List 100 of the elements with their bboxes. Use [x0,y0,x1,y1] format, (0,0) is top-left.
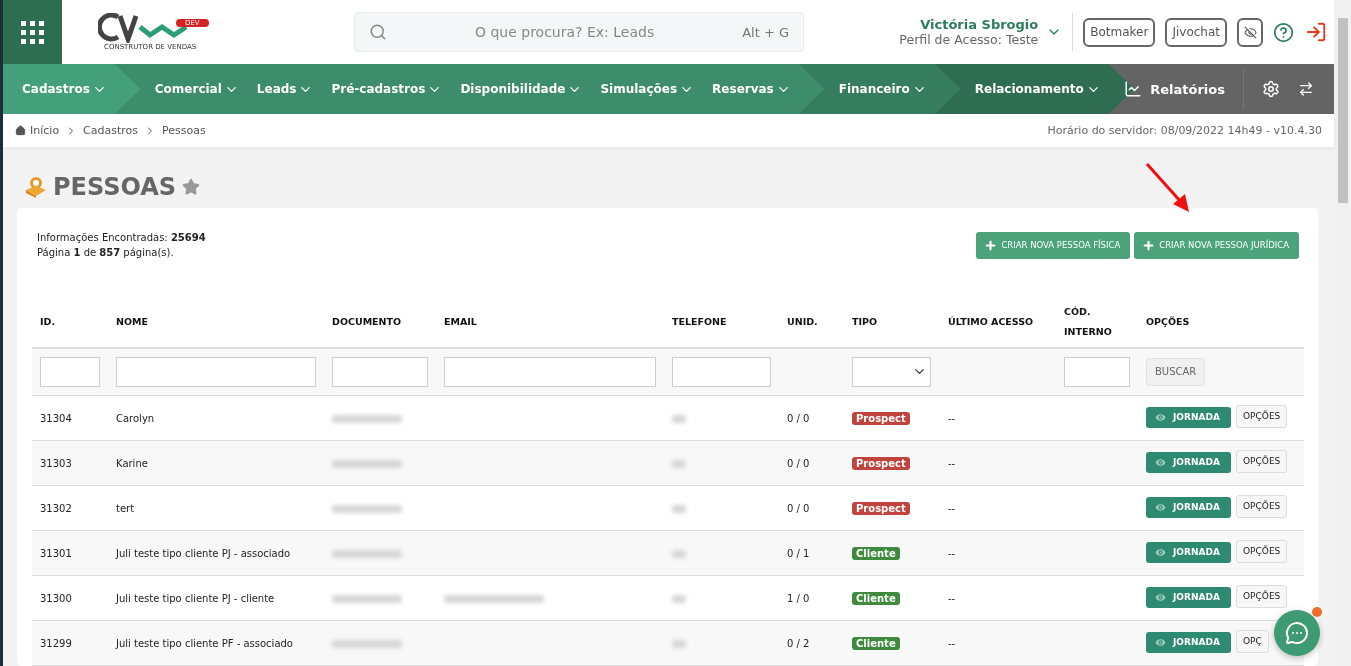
type-badge: Cliente [852,591,900,605]
header-button[interactable]: Botmaker [1083,17,1156,47]
blurred-document [332,459,402,468]
visibility-button[interactable] [1237,17,1263,47]
blurred-document [332,549,402,558]
filter-field[interactable] [1064,356,1130,387]
journey-button[interactable]: JORNADA [1146,586,1231,608]
filter-field[interactable] [40,356,100,387]
eye-off-icon [1243,25,1257,39]
reports-link[interactable]: Relatórios [1124,69,1244,109]
create-button[interactable]: CRIAR NOVA PESSOA JURÍDICA [1134,231,1299,259]
column-header: TELEFONE [664,297,779,348]
summary-text: Página 1 de 857 página(s). [37,246,174,258]
table-cell: -- [940,530,1056,576]
journey-button[interactable]: JORNADA [1146,541,1231,563]
plus-icon [1142,238,1156,252]
options-button[interactable]: OPÇÕES [1236,494,1288,518]
nav-item[interactable]: Financeiro [838,81,927,97]
table-cell: Juli teste tipo cliente PJ - associado [108,530,324,576]
column-header: CÓD. INTERNO [1056,297,1138,348]
column-header: ID. [32,297,108,348]
journey-button[interactable]: JORNADA [1146,496,1231,518]
nav-item[interactable]: Relacionamento [974,81,1101,97]
options-button[interactable]: OPÇÕES [1236,539,1288,563]
user-profile: Perfil de Acesso: Teste [899,32,1039,47]
table-cell: -- [940,395,1056,441]
journey-button[interactable]: JORNADA [1146,631,1231,653]
page-title: PESSOAS [53,173,177,202]
table-cell: Juli teste tipo cliente PJ - cliente [108,575,324,621]
user-name[interactable]: Victória Sbrogio [920,17,1039,32]
type-badge: Prospect [852,501,910,515]
settings-icon[interactable] [1262,80,1280,98]
filter-field[interactable] [444,356,656,387]
table-cell: Carolyn [108,395,324,441]
blurred-phone [672,504,686,513]
type-select[interactable] [852,356,931,387]
type-badge: Cliente [852,636,900,650]
header-button[interactable]: Jivochat [1165,17,1227,47]
summary-text: Informações Encontradas: 25694 [37,231,206,243]
apps-menu-icon[interactable] [3,0,62,64]
home-icon [15,125,26,137]
table-cell: -- [940,485,1056,531]
breadcrumb-link[interactable]: Pessoas [162,124,206,138]
arrow-annotation [1145,161,1191,214]
type-badge: Cliente [852,546,900,560]
filter-field[interactable] [116,356,316,387]
options-button[interactable]: OPÇ [1236,629,1269,653]
column-header: ÚLTIMO ACESSO [940,297,1056,348]
swap-icon[interactable] [1298,81,1314,97]
create-button[interactable]: CRIAR NOVA PESSOA FÍSICA [976,231,1131,259]
nav-item[interactable]: Leads [256,81,314,97]
options-button[interactable]: OPÇÕES [1236,449,1288,473]
nav-item[interactable]: Disponibilidade [460,81,583,97]
blurred-document [332,504,402,513]
table-cell: -- [940,575,1056,621]
table-cell: 0 / 0 [779,485,844,531]
column-header: OPÇÕES [1138,297,1304,348]
nav-item[interactable]: Pré-cadastros [331,81,443,97]
blurred-phone [672,414,686,423]
blurred-document [332,414,402,423]
filter-field[interactable] [672,356,771,387]
favorite-star-icon[interactable] [182,178,201,197]
blurred-document [332,594,402,603]
breadcrumb-link[interactable]: Cadastros [83,124,139,138]
blurred-phone [672,459,686,468]
plus-icon [984,238,998,252]
breadcrumb-link[interactable]: Início [15,124,60,138]
nav-item[interactable]: Simulações [600,81,695,97]
column-header: DOCUMENTO [324,297,436,348]
chat-icon [1285,621,1309,645]
filter-field[interactable] [332,356,428,387]
help-icon[interactable] [1273,21,1294,43]
unread-dot [1312,607,1322,617]
blurred-phone [672,549,686,558]
box-icon [25,176,47,199]
blurred-document [332,639,402,648]
options-button[interactable]: OPÇÕES [1236,404,1288,428]
type-badge: Prospect [852,456,910,470]
table-cell: 0 / 0 [779,395,844,441]
journey-button[interactable]: JORNADA [1146,451,1231,473]
logout-icon[interactable] [1305,21,1327,43]
server-time: Horário do servidor: 08/09/2022 14h49 - v10.4.30 [1047,124,1322,138]
shortcut-hint: Alt + G [742,24,789,40]
table-cell: Juli teste tipo cliente PF - associado [108,620,324,666]
nav-item[interactable]: Reservas [712,81,791,97]
nav-item[interactable]: Cadastros [22,81,107,97]
line-chart-icon [1124,80,1143,98]
blurred-phone [672,639,686,648]
table-cell: -- [940,620,1056,666]
table-cell: tert [108,485,324,531]
options-button[interactable]: OPÇÕES [1236,584,1288,608]
journey-button[interactable]: JORNADA [1146,406,1231,428]
table-cell: 1 / 0 [779,575,844,621]
column-header: UNID. [779,297,844,348]
nav-item[interactable]: Comercial [154,81,239,97]
search-field[interactable]: O que procura? Ex: Leads Alt + G [354,12,804,52]
search-button[interactable]: BUSCAR [1146,357,1206,386]
table-cell: 31303 [32,440,108,486]
table-cell: 31301 [32,530,108,576]
table-cell: 0 / 0 [779,440,844,486]
